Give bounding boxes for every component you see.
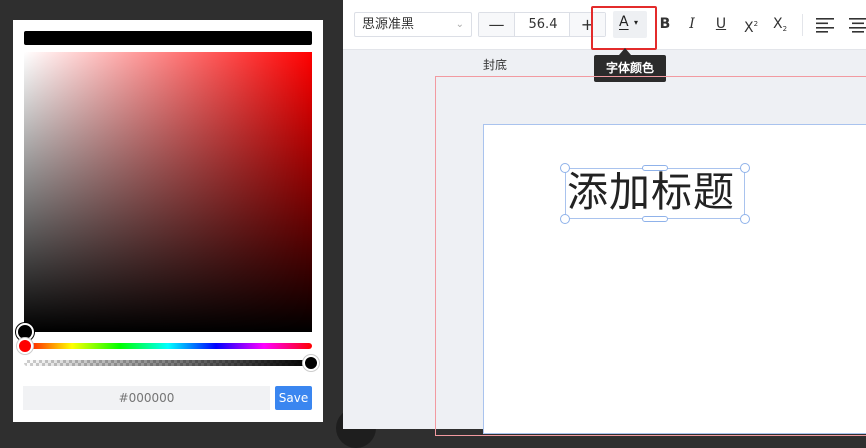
hue-slider-handle[interactable] (17, 338, 33, 354)
page-label: 封底 (483, 58, 508, 72)
superscript-mark: 2 (753, 20, 759, 28)
font-family-select[interactable]: 思源准黑 ⌄ (354, 12, 472, 37)
tooltip-arrow (619, 48, 631, 55)
underline-button[interactable]: U (713, 14, 729, 34)
subscript-button[interactable]: X2 (770, 14, 790, 34)
highlight-annotation-box (591, 6, 657, 50)
resize-handle-top-right[interactable] (740, 163, 750, 173)
chevron-down-icon: ⌄ (455, 19, 464, 30)
resize-handle-bottom-left[interactable] (560, 214, 570, 224)
color-picker-panel: Save (13, 20, 323, 422)
saturation-value-area[interactable] (24, 52, 312, 332)
current-color-swatch (24, 31, 312, 45)
hex-color-input[interactable] (23, 386, 270, 410)
hue-slider[interactable] (24, 343, 312, 349)
font-size-input[interactable] (516, 13, 570, 36)
superscript-button[interactable]: X2 (741, 14, 761, 36)
resize-handle-top-left[interactable] (560, 163, 570, 173)
resize-handle-bottom-right[interactable] (740, 214, 750, 224)
align-center-icon[interactable] (849, 17, 866, 33)
title-text-element[interactable]: 添加标题 (567, 164, 735, 220)
superscript-base: X (743, 20, 754, 36)
alpha-slider-handle[interactable] (303, 355, 319, 371)
subscript-mark: 2 (782, 25, 788, 33)
editor-area: 思源准黑 ⌄ — + A ▾ B I U X2 X2 (343, 0, 866, 436)
italic-button[interactable]: I (684, 14, 700, 34)
toolbar-divider (802, 14, 803, 36)
align-left-icon[interactable] (816, 17, 834, 33)
bold-button[interactable]: B (657, 14, 673, 34)
save-button[interactable]: Save (275, 386, 312, 410)
resize-handle-bottom[interactable] (642, 216, 668, 222)
font-size-stepper: — + (478, 12, 606, 37)
resize-handle-top[interactable] (642, 165, 668, 171)
font-size-decrease-button[interactable]: — (479, 13, 515, 36)
font-family-value: 思源准黑 (362, 17, 415, 32)
subscript-base: X (772, 16, 783, 32)
text-toolbar: 思源准黑 ⌄ — + A ▾ B I U X2 X2 (343, 0, 866, 50)
alpha-slider[interactable] (24, 360, 312, 366)
